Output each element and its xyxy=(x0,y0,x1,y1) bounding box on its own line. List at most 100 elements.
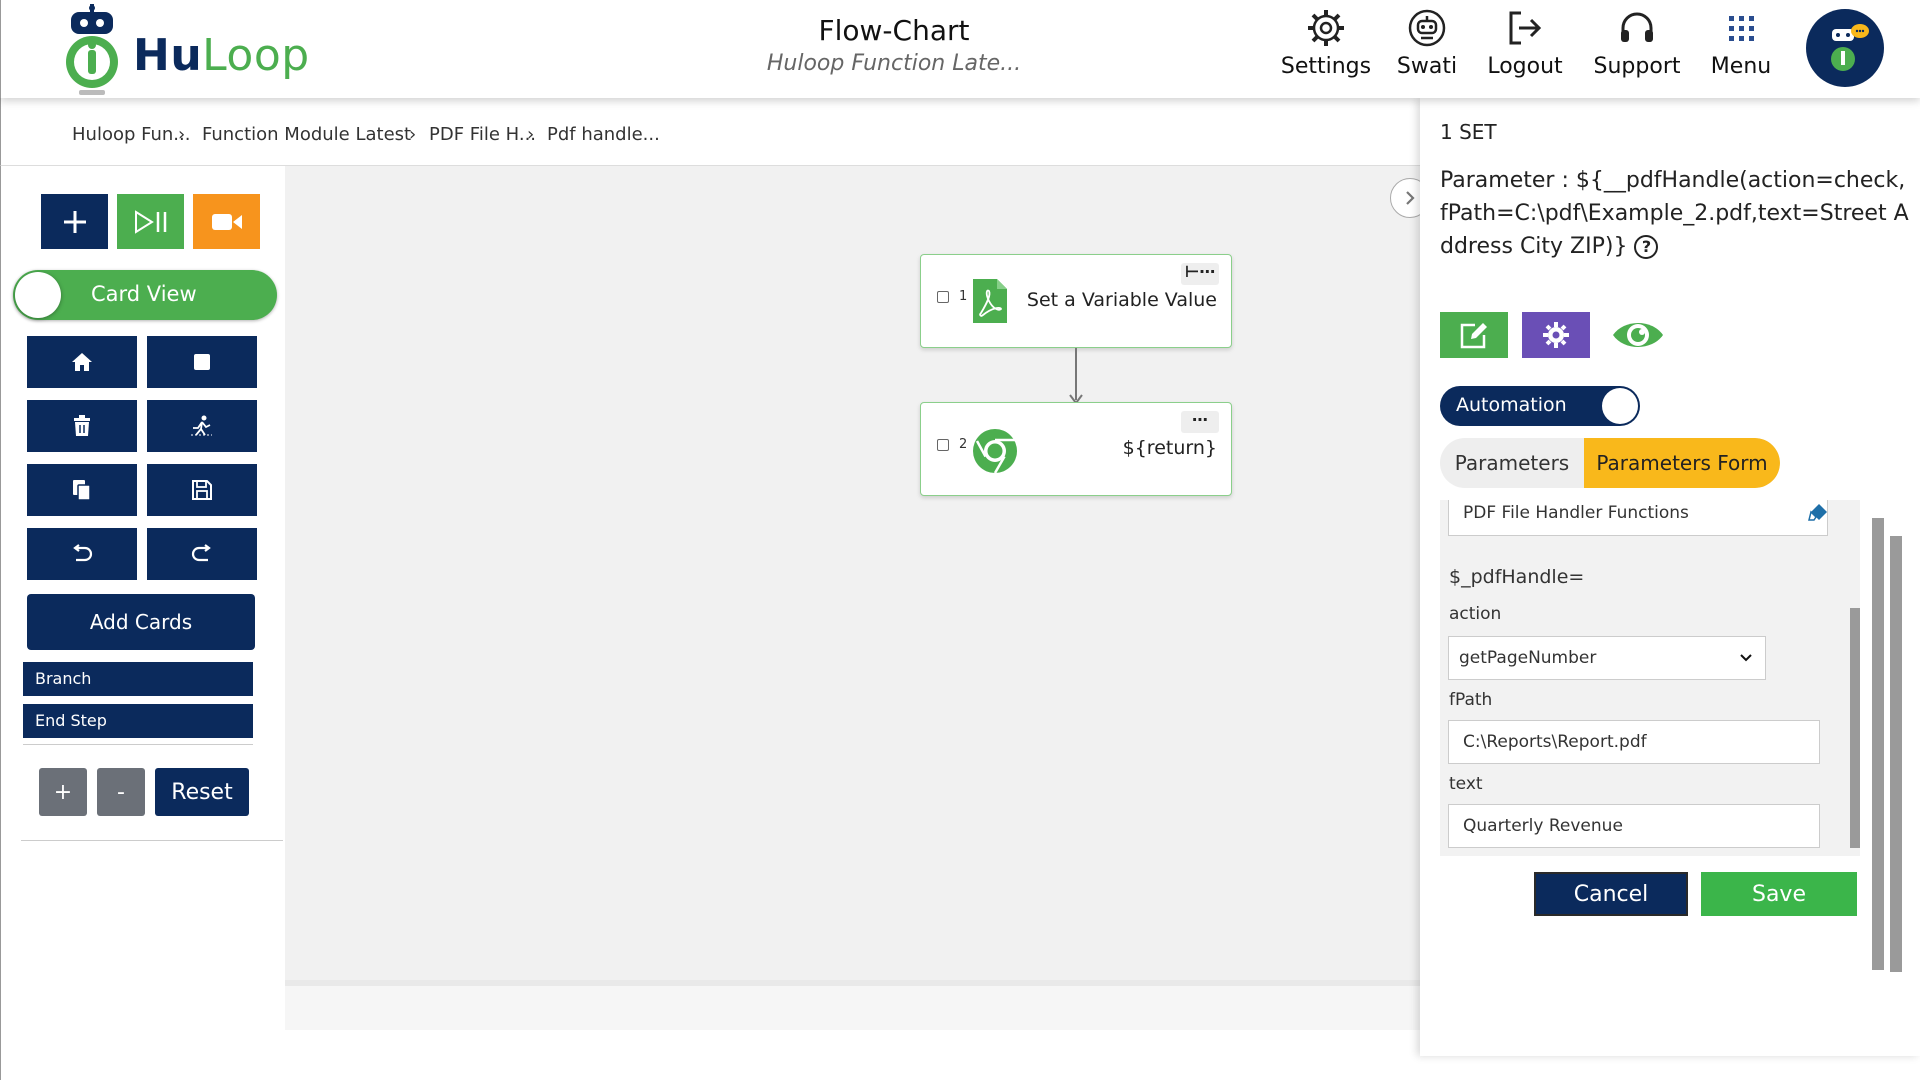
zoom-out-button[interactable]: - xyxy=(97,768,145,816)
stop-button[interactable] xyxy=(147,336,257,388)
edit-button[interactable] xyxy=(1440,312,1508,358)
edit-icon xyxy=(1460,323,1487,349)
card-view-toggle[interactable]: Card View xyxy=(13,270,277,320)
end-step-button[interactable]: End Step xyxy=(23,704,253,738)
plus-icon xyxy=(63,210,86,233)
zoom-in-button[interactable]: + xyxy=(39,768,87,816)
breadcrumb-separator: › xyxy=(178,124,186,145)
text-input[interactable]: Quarterly Revenue xyxy=(1448,804,1820,848)
nav-support-label: Support xyxy=(1593,54,1681,79)
canvas-footer xyxy=(285,980,1420,1030)
chevron-right-icon xyxy=(1406,191,1415,205)
reset-zoom-button[interactable]: Reset xyxy=(155,768,249,816)
card-title: Set a Variable Value xyxy=(1026,289,1217,311)
panel-scrollbar-outer[interactable] xyxy=(1890,536,1902,972)
help-icon[interactable]: ? xyxy=(1634,235,1659,259)
parameter-text: Parameter : ${__pdfHandle(action=check,f… xyxy=(1440,168,1909,259)
form-scrollbar[interactable] xyxy=(1850,608,1860,848)
flow-card[interactable]: 1 Set a Variable Value ⊢⋯ xyxy=(920,254,1232,348)
preview-button[interactable] xyxy=(1604,312,1672,358)
divider xyxy=(23,744,253,745)
card-index: 2 xyxy=(959,437,968,452)
nav-menu-label: Menu xyxy=(1710,54,1772,79)
huloop-logo[interactable]: HuLoop xyxy=(57,4,317,96)
home-button[interactable] xyxy=(27,336,137,388)
card-title: ${return} xyxy=(1122,437,1217,459)
card-checkbox[interactable] xyxy=(937,291,949,303)
breadcrumb: Huloop Fun... › Function Module Latest ›… xyxy=(0,98,1420,166)
home-icon xyxy=(72,353,92,371)
automation-label: Automation xyxy=(1456,394,1567,416)
eraser-icon[interactable] xyxy=(1807,502,1829,522)
stop-icon xyxy=(194,354,210,370)
breadcrumb-separator: › xyxy=(409,124,417,145)
grid-icon xyxy=(1729,16,1754,41)
card-view-label: Card View xyxy=(91,282,197,306)
breadcrumb-item[interactable]: PDF File H... xyxy=(429,124,536,145)
action-value: getPageNumber xyxy=(1459,648,1597,668)
fpath-label: fPath xyxy=(1449,690,1493,710)
assistant-avatar[interactable] xyxy=(1806,9,1884,87)
redo-icon xyxy=(191,544,211,562)
headset-icon xyxy=(1621,12,1653,42)
toggle-knob xyxy=(1602,388,1638,424)
parameter-expression: Parameter : ${__pdfHandle(action=check,f… xyxy=(1440,164,1910,263)
card-checkbox[interactable] xyxy=(937,439,949,451)
flow-card[interactable]: 2 ${return} ⋯ xyxy=(920,402,1232,496)
flow-connector xyxy=(1069,348,1083,404)
flow-canvas[interactable] xyxy=(285,166,1420,980)
logout-icon xyxy=(1509,11,1542,45)
step-settings-button[interactable] xyxy=(1522,312,1590,358)
fpath-input[interactable]: C:\Reports\Report.pdf xyxy=(1448,720,1820,764)
page-title: Flow-Chart xyxy=(818,14,970,47)
nav-logout[interactable]: Logout xyxy=(1481,8,1569,88)
nav-menu[interactable]: Menu xyxy=(1703,8,1779,88)
eye-icon xyxy=(1613,323,1663,347)
copy-button[interactable] xyxy=(27,464,137,516)
add-step-button[interactable] xyxy=(41,194,108,249)
nav-settings[interactable]: Settings xyxy=(1267,8,1385,88)
breadcrumb-separator: › xyxy=(527,124,535,145)
nav-support[interactable]: Support xyxy=(1587,8,1687,88)
parameter-tabs: Parameters Parameters Form xyxy=(1440,438,1780,488)
function-group-value: PDF File Handler Functions xyxy=(1463,503,1689,523)
undo-button[interactable] xyxy=(27,528,137,580)
nav-user-label: Swati xyxy=(1396,54,1458,79)
action-select[interactable]: getPageNumber xyxy=(1448,636,1766,680)
redo-button[interactable] xyxy=(147,528,257,580)
card-menu-button[interactable]: ⊢⋯ xyxy=(1181,263,1219,285)
breadcrumb-item[interactable]: Pdf handle... xyxy=(547,124,660,145)
user-robot-icon xyxy=(1408,9,1446,47)
breadcrumb-item[interactable]: Function Module Latest xyxy=(202,124,411,145)
nav-user[interactable]: Swati xyxy=(1387,8,1467,88)
card-menu-button[interactable]: ⋯ xyxy=(1181,411,1219,433)
brand-loop: Loop xyxy=(202,30,310,81)
save-flow-button[interactable] xyxy=(147,464,257,516)
save-button[interactable]: Save xyxy=(1701,872,1857,916)
panel-scrollbar[interactable] xyxy=(1872,518,1884,970)
parameters-form: PDF File Handler Functions $_pdfHandle= … xyxy=(1440,500,1860,856)
divider xyxy=(21,840,283,841)
tab-parameters[interactable]: Parameters xyxy=(1440,438,1584,488)
play-pause-icon xyxy=(134,209,166,234)
play-pause-button[interactable] xyxy=(117,194,184,249)
breadcrumb-item[interactable]: Huloop Fun... xyxy=(72,124,190,145)
left-toolbar: Card View Add Cards Branch End Step + - … xyxy=(0,166,285,1080)
robot-assistant-icon xyxy=(1831,24,1869,71)
gear-icon xyxy=(1543,322,1569,348)
branch-button[interactable]: Branch xyxy=(23,662,253,696)
brand-hu: Hu xyxy=(133,30,203,81)
cancel-button[interactable]: Cancel xyxy=(1534,872,1688,916)
automation-toggle[interactable]: Automation xyxy=(1440,386,1640,426)
video-camera-icon xyxy=(211,213,242,230)
text-label: text xyxy=(1449,774,1483,794)
tab-parameters-form[interactable]: Parameters Form xyxy=(1584,438,1780,488)
step-properties-panel: 1 SET Parameter : ${__pdfHandle(action=c… xyxy=(1420,98,1920,1056)
running-person-icon xyxy=(191,415,212,436)
record-button[interactable] xyxy=(193,194,260,249)
card-index: 1 xyxy=(959,289,968,304)
delete-button[interactable] xyxy=(27,400,137,452)
run-step-button[interactable] xyxy=(147,400,257,452)
add-cards-button[interactable]: Add Cards xyxy=(27,594,255,650)
function-group-field[interactable]: PDF File Handler Functions xyxy=(1448,500,1828,536)
